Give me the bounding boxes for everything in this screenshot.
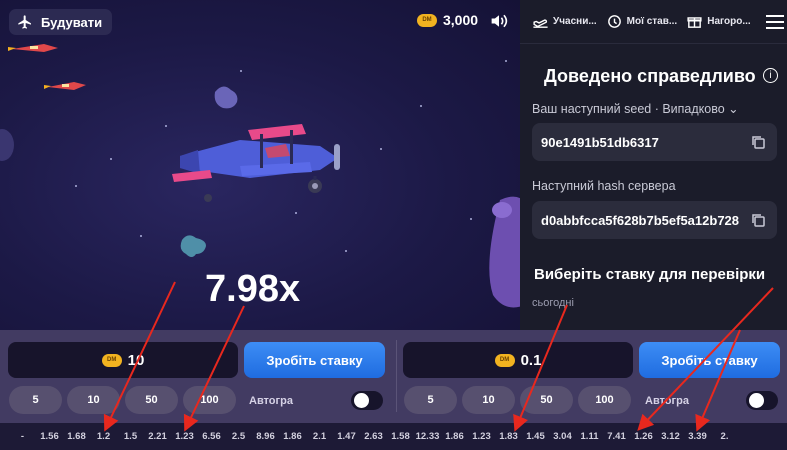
copy-icon[interactable] (751, 213, 765, 227)
bet-amount-value: 10 (127, 351, 145, 369)
autoplay-label: Автогра (249, 395, 293, 407)
next-hash-value: d0abbfcca5f628b7b5ef5a12b728 (541, 212, 740, 228)
history-item[interactable]: 1.47 (333, 431, 360, 442)
history-item[interactable]: 1.45 (522, 431, 549, 442)
history-item[interactable]: 2.5 (225, 431, 252, 442)
tab-label: Мої став... (626, 16, 678, 27)
history-item[interactable]: 3.12 (657, 431, 684, 442)
autoplay-toggle[interactable] (746, 391, 778, 410)
coin-icon: DM (417, 13, 437, 27)
history-item[interactable]: 3.04 (549, 431, 576, 442)
tab-my-bets[interactable]: Мої став... (606, 13, 678, 30)
hamburger-menu-icon[interactable] (765, 14, 784, 29)
history-item[interactable]: 1.11 (576, 431, 603, 442)
quick-amount-button[interactable]: 50 (125, 386, 178, 414)
autoplay-label: Автогра (645, 395, 689, 407)
history-item[interactable]: 1.83 (495, 431, 522, 442)
balance-value: 3,000 (443, 12, 479, 28)
today-label: сьогодні (532, 297, 574, 309)
bet-amount-input[interactable]: DM 10 (8, 342, 238, 378)
history-item[interactable]: 12.33 (414, 431, 441, 442)
fairness-panel: Учасни... Мої став... Нагоро... Доведено… (520, 0, 787, 335)
autoplay-toggle[interactable] (351, 391, 383, 410)
history-item[interactable]: 8.96 (252, 431, 279, 442)
coin-icon: DM (101, 353, 122, 367)
history-item[interactable]: 1.2 (90, 431, 117, 442)
next-seed-value: 90e1491b51db6317 (541, 134, 659, 150)
history-item[interactable]: 3.39 (684, 431, 711, 442)
history-item[interactable]: 1.86 (279, 431, 306, 442)
multiplier-display: 7.98x (205, 268, 301, 310)
coin-icon: DM (494, 353, 515, 367)
quick-amount-button[interactable]: 50 (520, 386, 573, 414)
history-item[interactable]: 7.41 (603, 431, 630, 442)
quick-amount-button[interactable]: 5 (9, 386, 62, 414)
next-seed-field[interactable]: 90e1491b51db6317 (532, 123, 777, 161)
next-hash-label: Наступний hash сервера (532, 179, 676, 193)
panel-tabs: Учасни... Мої став... Нагоро... (520, 0, 787, 44)
history-item[interactable]: 6.56 (198, 431, 225, 442)
rocket-icon (44, 82, 86, 90)
multiplier-history: -1.56 1.68 1.2 1.5 2.21 1.23 6.56 2.5 8.96 1.86 2.… (0, 423, 787, 450)
quick-amount-button[interactable]: 100 (183, 386, 236, 414)
history-item[interactable]: 2. (711, 431, 738, 442)
balance-display: DM 3,000 (417, 12, 478, 28)
history-item[interactable]: 1.26 (630, 431, 657, 442)
game-canvas: Будувати DM 3,000 7.98x (0, 0, 520, 335)
history-item[interactable]: 2.21 (144, 431, 171, 442)
bet-panel-1: DM 10 Зробіть ставку 5 10 50 100 Автогра (0, 330, 396, 423)
quick-amount-button[interactable]: 10 (462, 386, 515, 414)
place-bet-button[interactable]: Зробіть ставку (639, 342, 780, 378)
plane-takeoff-icon (533, 19, 548, 28)
history-item[interactable]: 1.56 (36, 431, 63, 442)
tab-participants[interactable]: Учасни... (532, 13, 597, 30)
history-item[interactable]: - (9, 431, 36, 442)
history-item[interactable]: 1.68 (63, 431, 90, 442)
speaker-icon[interactable] (489, 12, 509, 30)
bet-bar: DM 10 Зробіть ставку 5 10 50 100 Автогра… (0, 330, 787, 423)
gift-icon (687, 17, 702, 28)
bet-amount-value: 0.1 (520, 351, 542, 369)
airplane-icon (18, 15, 31, 29)
rocket-icon (8, 44, 58, 52)
history-item[interactable]: 1.58 (387, 431, 414, 442)
next-seed-label[interactable]: Ваш наступний seed · Випадково ⌄ (532, 101, 739, 116)
history-item[interactable]: 2.1 (306, 431, 333, 442)
tab-label: Учасни... (553, 16, 597, 27)
place-bet-button[interactable]: Зробіть ставку (244, 342, 385, 378)
history-item[interactable]: 1.86 (441, 431, 468, 442)
bet-panel-2: DM 0.1 Зробіть ставку 5 10 50 100 Автогр… (396, 330, 787, 423)
pick-bet-title: Виберіть ставку для перевірки (534, 266, 766, 283)
next-hash-field[interactable]: d0abbfcca5f628b7b5ef5a12b728 (532, 201, 777, 239)
biplane-icon (172, 124, 340, 202)
build-label: Будувати (41, 14, 103, 30)
copy-icon[interactable] (751, 135, 765, 149)
bet-amount-input[interactable]: DM 0.1 (403, 342, 633, 378)
tab-label: Нагоро... (707, 16, 751, 27)
quick-amount-button[interactable]: 5 (404, 386, 457, 414)
chevron-down-icon: ⌄ (728, 102, 739, 116)
tab-rewards[interactable]: Нагоро... (686, 13, 751, 30)
history-item[interactable]: 1.23 (171, 431, 198, 442)
quick-amount-button[interactable]: 10 (67, 386, 120, 414)
history-item[interactable]: 1.5 (117, 431, 144, 442)
history-item[interactable]: 2.63 (360, 431, 387, 442)
panel-title: Доведено справедливо (544, 66, 756, 86)
build-button[interactable]: Будувати (9, 9, 113, 35)
quick-amount-button[interactable]: 100 (578, 386, 631, 414)
history-item[interactable]: 1.23 (468, 431, 495, 442)
info-icon[interactable]: i (763, 68, 778, 83)
history-icon (607, 15, 621, 28)
